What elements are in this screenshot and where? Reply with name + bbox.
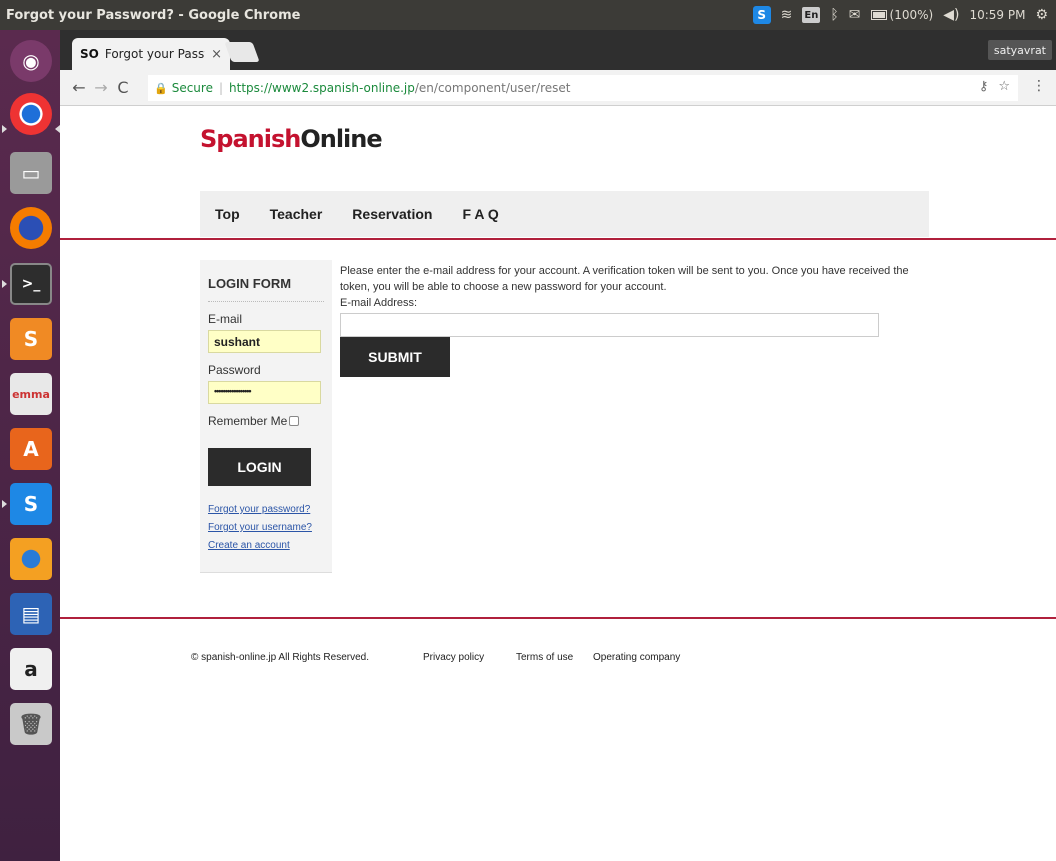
footer: © spanish-online.jp All Rights Reserved.… — [191, 652, 680, 663]
trash-icon[interactable]: 🗑 — [10, 703, 52, 745]
login-links: Forgot your password? Forgot your userna… — [208, 504, 324, 551]
sublime-text-icon[interactable]: S — [10, 318, 52, 360]
window-title: Forgot your Password? - Google Chrome — [6, 7, 301, 23]
chrome-menu-icon[interactable]: ⋮ — [1032, 78, 1046, 94]
nav-teacher[interactable]: Teacher — [270, 206, 323, 222]
footer-divider — [60, 617, 1056, 619]
logo-online: Online — [300, 125, 382, 153]
reset-email-label: E-mail Address: — [340, 297, 418, 309]
libreoffice-writer-icon[interactable]: ▤ — [10, 593, 52, 635]
logo-spanish: Spanish — [200, 125, 301, 153]
site-favicon-icon: SO — [80, 47, 99, 61]
browser-tab-strip: SO Forgot your Passw × satyavrat — [60, 30, 1056, 70]
reload-icon[interactable]: C — [112, 78, 134, 97]
address-bar[interactable]: 🔒 Secure | https://www2.spanish-online.j… — [148, 75, 1018, 101]
forward-icon[interactable]: → — [90, 78, 112, 97]
ubuntu-dash-icon[interactable]: ◉ — [10, 40, 52, 82]
system-tray: S ≋ En ᛒ ✉ (100%) ◀) 10:59 PM ⚙ — [752, 0, 1048, 30]
web-page: SpanishOnline Top Teacher Reservation F … — [60, 107, 1056, 861]
header-divider — [60, 238, 1056, 240]
tab-title: Forgot your Passw — [104, 47, 206, 61]
mysql-workbench-icon[interactable]: emma — [10, 373, 52, 415]
star-icon[interactable]: ☆ — [998, 79, 1010, 94]
remember-me-label: Remember Me — [208, 414, 288, 428]
submit-button[interactable]: SUBMIT — [340, 337, 450, 377]
skype-tray-icon[interactable]: S — [752, 6, 771, 24]
remember-me-checkbox[interactable] — [289, 416, 300, 426]
battery-icon — [870, 10, 887, 20]
tab-forgot-password[interactable]: SO Forgot your Passw × — [72, 38, 230, 70]
key-icon[interactable]: ⚷ — [979, 79, 989, 94]
url-path[interactable]: /en/component/user/reset — [415, 81, 571, 95]
nav-reservation[interactable]: Reservation — [352, 206, 432, 222]
amazon-icon[interactable]: a — [10, 648, 52, 690]
software-center-icon[interactable]: A — [10, 428, 52, 470]
app-center-icon[interactable] — [10, 538, 52, 580]
firefox-icon[interactable] — [10, 207, 52, 249]
keyboard-layout-indicator[interactable]: En — [802, 7, 821, 23]
profile-button[interactable]: satyavrat — [987, 40, 1052, 60]
nav-top[interactable]: Top — [215, 206, 240, 222]
files-icon[interactable]: ▭ — [10, 152, 52, 194]
secure-label[interactable]: Secure — [172, 81, 213, 95]
volume-icon[interactable]: ◀) — [943, 7, 959, 23]
wifi-icon[interactable]: ≋ — [781, 7, 793, 23]
tab-close-icon[interactable]: × — [211, 47, 222, 62]
main-nav: Top Teacher Reservation F A Q — [200, 191, 929, 237]
settings-gear-icon[interactable]: ⚙ — [1035, 7, 1048, 23]
login-button[interactable]: LOGIN — [208, 448, 311, 486]
chrome-running-indicator — [2, 125, 7, 133]
mail-icon[interactable]: ✉ — [849, 7, 861, 23]
login-password-field[interactable]: ••••••••••••••••• — [208, 381, 321, 404]
terms-of-use-link[interactable]: Terms of use — [516, 652, 593, 663]
new-tab-button[interactable] — [224, 42, 260, 62]
operating-company-link[interactable]: Operating company — [593, 652, 680, 663]
omnibox-actions: ⚷ ☆ — [979, 79, 1010, 94]
footer-copyright: © spanish-online.jp All Rights Reserved. — [191, 652, 370, 663]
battery-indicator[interactable]: (100%) — [870, 8, 934, 22]
browser-toolbar: ← → C 🔒 Secure | https://www2.spanish-on… — [60, 70, 1056, 106]
login-email-field[interactable]: sushant — [208, 330, 321, 353]
privacy-policy-link[interactable]: Privacy policy — [423, 652, 516, 663]
nav-faq[interactable]: F A Q — [462, 206, 498, 222]
terminal-icon[interactable]: >_ — [10, 263, 52, 305]
url-host[interactable]: https://www2.spanish-online.jp — [229, 81, 415, 95]
skype-preview-icon[interactable]: S — [10, 483, 52, 525]
lock-icon[interactable]: 🔒 — [154, 82, 168, 95]
back-icon[interactable]: ← — [68, 78, 90, 97]
create-account-link[interactable]: Create an account — [208, 540, 324, 551]
password-reset-form: Please enter the e-mail address for your… — [340, 263, 940, 377]
remember-me: Remember Me — [208, 414, 324, 428]
forgot-password-link[interactable]: Forgot your password? — [208, 504, 324, 515]
omnibox-separator: | — [218, 81, 224, 95]
email-label: E-mail — [208, 312, 243, 326]
skype-running-indicator — [2, 500, 7, 508]
clock[interactable]: 10:59 PM — [969, 8, 1025, 22]
system-top-bar: Forgot your Password? - Google Chrome S … — [0, 0, 1056, 30]
login-form: LOGIN FORM E-mail sushant Password •••••… — [200, 260, 332, 573]
login-form-title: LOGIN FORM — [208, 270, 324, 302]
terminal-running-indicator — [2, 280, 7, 288]
reset-email-input[interactable] — [340, 313, 879, 337]
bluetooth-icon[interactable]: ᛒ — [830, 7, 838, 23]
forgot-username-link[interactable]: Forgot your username? — [208, 522, 324, 533]
reset-instructions: Please enter the e-mail address for your… — [340, 265, 909, 293]
chrome-icon[interactable] — [10, 93, 52, 135]
battery-percent: (100%) — [889, 8, 934, 22]
unity-launcher: ◉ ▭ >_ S emma A S ▤ a 🗑 — [0, 30, 60, 861]
site-logo[interactable]: SpanishOnline — [200, 125, 383, 153]
password-label: Password — [208, 363, 261, 377]
